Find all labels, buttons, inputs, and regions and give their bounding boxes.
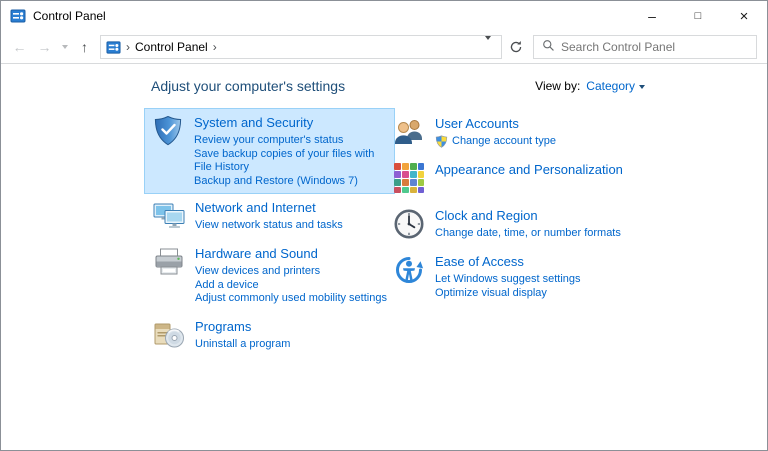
category-clock-and-region[interactable]: Clock and Region Change date, time, or n… (391, 206, 645, 242)
close-button[interactable]: × (721, 1, 767, 31)
category-link[interactable]: Adjust commonly used mobility settings (195, 292, 387, 306)
category-link[interactable]: View network status and tasks (195, 219, 343, 233)
category-title[interactable]: User Accounts (435, 116, 556, 131)
breadcrumb-separator: › (212, 40, 217, 54)
view-by-dropdown[interactable]: Category (586, 79, 645, 93)
category-title[interactable]: Network and Internet (195, 200, 343, 215)
category-title[interactable]: Clock and Region (435, 208, 621, 223)
system-and-security-icon[interactable] (151, 114, 185, 148)
category-link[interactable]: Uninstall a program (195, 338, 290, 352)
category-appearance-and-personalization[interactable]: Appearance and Personalization (391, 160, 645, 196)
search-box[interactable] (533, 35, 757, 59)
chevron-down-icon (485, 36, 491, 54)
category-ease-of-access[interactable]: Ease of Access Let Windows suggest setti… (391, 252, 645, 301)
category-link[interactable]: Save backup copies of your files with Fi… (194, 148, 388, 175)
search-icon (542, 39, 555, 55)
view-by-control: View by: Category (535, 78, 645, 93)
category-hardware-and-sound[interactable]: Hardware and Sound View devices and prin… (151, 244, 391, 307)
window-controls: – □ × (629, 1, 767, 31)
breadcrumb-separator: › (126, 40, 130, 54)
recent-locations-button[interactable] (57, 35, 72, 59)
navigation-bar: ← → ↑ › Control Panel › (1, 31, 767, 64)
right-column: User Accounts Change account type Appear… (391, 114, 645, 363)
programs-icon[interactable] (152, 318, 186, 352)
category-link[interactable]: Optimize visual display (435, 287, 581, 301)
back-button[interactable]: ← (7, 35, 32, 59)
category-link[interactable]: Change date, time, or number formats (435, 227, 621, 241)
refresh-icon (510, 41, 522, 53)
network-and-internet-icon[interactable] (152, 199, 186, 233)
search-input[interactable] (561, 40, 748, 54)
appearance-and-personalization-icon[interactable] (392, 161, 426, 195)
minimize-button[interactable]: – (629, 1, 675, 31)
category-link[interactable]: Let Windows suggest settings (435, 273, 581, 287)
ease-of-access-icon[interactable] (392, 253, 426, 287)
window-title: Control Panel (33, 9, 106, 23)
caret-down-icon (639, 85, 645, 89)
chevron-down-icon (61, 45, 68, 49)
category-user-accounts[interactable]: User Accounts Change account type (391, 114, 645, 150)
forward-button[interactable]: → (32, 35, 57, 59)
view-by-value: Category (586, 79, 635, 93)
address-dropdown-button[interactable] (481, 36, 495, 58)
category-title[interactable]: System and Security (194, 115, 388, 130)
category-title[interactable]: Hardware and Sound (195, 246, 387, 261)
address-bar[interactable]: › Control Panel › (100, 35, 502, 59)
up-button[interactable]: ↑ (72, 35, 97, 59)
category-link[interactable]: Add a device (195, 279, 387, 293)
control-panel-window: Control Panel – □ × ← → ↑ › Control Pane… (0, 0, 768, 451)
page-title: Adjust your computer's settings (151, 78, 346, 94)
control-panel-app-icon (10, 8, 26, 24)
category-link[interactable]: View devices and printers (195, 265, 387, 279)
view-by-label: View by: (535, 79, 581, 93)
clock-and-region-icon[interactable] (392, 207, 426, 241)
uac-shield-icon (435, 135, 448, 149)
category-title[interactable]: Ease of Access (435, 254, 581, 269)
category-link[interactable]: Change account type (452, 135, 556, 149)
category-system-and-security[interactable]: System and Security Review your computer… (144, 108, 395, 194)
category-link[interactable]: Review your computer's status (194, 134, 388, 148)
category-network-and-internet[interactable]: Network and Internet View network status… (151, 198, 391, 234)
refresh-button[interactable] (504, 35, 528, 59)
category-link[interactable]: Backup and Restore (Windows 7) (194, 175, 388, 189)
left-column: System and Security Review your computer… (144, 108, 395, 363)
main-content: Adjust your computer's settings View by:… (1, 64, 767, 450)
control-panel-icon (106, 40, 121, 55)
titlebar: Control Panel – □ × (1, 1, 767, 31)
category-programs[interactable]: Programs Uninstall a program (151, 317, 391, 353)
maximize-button[interactable]: □ (675, 1, 721, 31)
user-accounts-icon[interactable] (392, 115, 426, 149)
breadcrumb-control-panel[interactable]: Control Panel (135, 40, 208, 54)
hardware-and-sound-icon[interactable] (152, 245, 186, 279)
category-title[interactable]: Appearance and Personalization (435, 162, 623, 177)
category-title[interactable]: Programs (195, 319, 290, 334)
